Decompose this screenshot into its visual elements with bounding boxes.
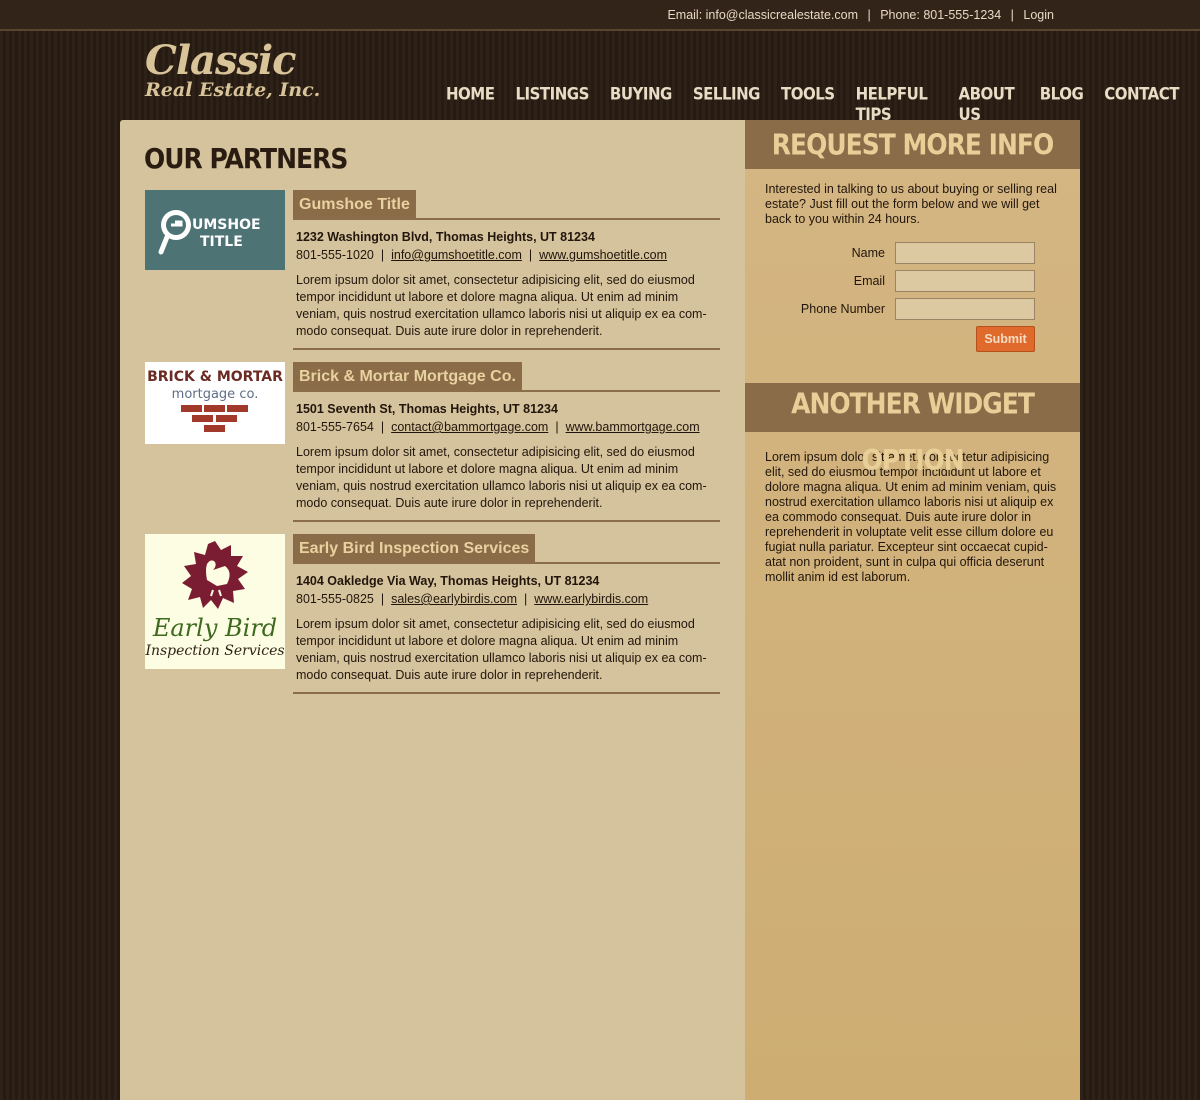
request-info-title: REQUEST MORE INFO [745,120,1080,169]
separator: | [380,248,385,262]
request-info-widget: REQUEST MORE INFO Interested in talking … [745,120,1080,383]
submit-button[interactable]: Submit [976,326,1035,352]
email-input[interactable] [895,270,1035,292]
gumshoe-logo-line2: TITLE [200,234,243,250]
top-bar: Email: info@classicrealestate.com | Phon… [0,0,1200,31]
nav-listings[interactable]: LISTINGS [515,83,589,124]
name-input[interactable] [895,242,1035,264]
partner-website-link[interactable]: www.earlybirdis.com [534,592,648,606]
form-row-phone: Phone Number [745,298,1080,320]
early-bird-logo[interactable]: Early Bird Inspection Services [144,534,285,674]
top-phone-label: Phone: [880,8,920,22]
gumshoe-logo-image: UMSHOE TITLE [145,190,285,270]
logo-subtitle: Real Estate, Inc. [145,79,321,101]
partner-website-link[interactable]: www.gumshoetitle.com [539,248,667,262]
partner-name-row: Brick & Mortar Mortgage Co. [293,362,720,392]
main-content: OUR PARTNERS UMSHOE TITLE Gumshoe Title … [120,120,745,1100]
early-bird-logo-line2: Inspection Services [145,643,285,659]
partner-contact: 801-555-1020 | info@gumshoetitle.com | www.g… [293,248,720,262]
email-label: Email [853,274,885,288]
brick-logo-line1: BRICK & MORTAR [147,369,283,385]
partner-name: Gumshoe Title [293,190,416,218]
nav-selling[interactable]: SELLING [693,83,761,124]
partner-description: Lorem ipsum dolor sit amet, consectetur … [293,272,720,350]
request-info-title-text: REQUEST MORE INFO [771,127,1054,162]
phone-input[interactable] [895,298,1035,320]
partner-details: Gumshoe Title 1232 Washington Blvd, Thom… [293,190,720,350]
partner-name: Brick & Mortar Mortgage Co. [293,362,522,390]
separator: | [524,592,528,606]
logo-title: Classic [145,37,297,84]
partner-details: Brick & Mortar Mortgage Co. 1501 Seventh… [293,362,720,522]
name-label: Name [851,246,885,260]
early-bird-logo-line1: Early Bird [152,614,277,642]
partner-name-row: Early Bird Inspection Services [293,534,720,564]
partner-contact: 801-555-7654 | contact@bammortgage.com | www… [293,420,720,434]
partner-address: 1501 Seventh St, Thomas Heights, UT 8123… [296,402,558,416]
site-logo[interactable]: Classic Real Estate, Inc. [145,37,321,101]
another-widget: ANOTHER WIDGET OPTION Lorem ipsum dolor … [745,383,1080,585]
gumshoe-title-logo[interactable]: UMSHOE TITLE [145,190,285,275]
partner-phone: 801-555-7654 [296,420,374,434]
top-email-link[interactable]: info@classicrealestate.com [706,8,858,22]
separator: | [380,592,385,606]
form-row-email: Email [745,270,1080,292]
request-info-intro: Interested in talking to us about buying… [765,182,1057,226]
brick-logo-line2: mortgage co. [172,387,259,402]
partner-details: Early Bird Inspection Services 1404 Oakl… [293,534,720,694]
partner-website-link[interactable]: www.bammortgage.com [566,420,700,434]
partner-address: 1404 Oakledge Via Way, Thomas Heights, U… [296,574,600,588]
top-phone: 801-555-1234 [923,8,1002,22]
nav-contact[interactable]: CONTACT [1104,83,1179,124]
sidebar: REQUEST MORE INFO Interested in talking … [745,120,1080,1100]
separator: | [867,8,871,22]
brick-mortar-logo-image: BRICK & MORTAR mortgage co. [145,362,285,444]
top-contact-info: Email: info@classicrealestate.com | Phon… [667,8,1054,22]
another-widget-title: ANOTHER WIDGET OPTION [745,383,1080,477]
early-bird-logo-image: Early Bird Inspection Services [144,534,285,669]
partner-name: Early Bird Inspection Services [293,534,536,562]
partner-description: Lorem ipsum dolor sit amet, consectetur … [293,616,720,694]
partner-email-link[interactable]: info@gumshoetitle.com [391,248,522,262]
partner-name-row: Gumshoe Title [293,190,720,220]
phone-label: Phone Number [800,302,885,316]
top-email-label: Email: [667,8,703,22]
another-widget-title-text: ANOTHER WIDGET OPTION [791,387,1035,477]
login-link[interactable]: Login [1023,8,1054,22]
partner-phone: 801-555-1020 [296,248,374,262]
separator: | [555,420,559,434]
nav-home[interactable]: HOME [446,83,495,124]
page-title: OUR PARTNERS [144,142,348,175]
separator: | [380,420,385,434]
partner-email-link[interactable]: sales@earlybirdis.com [391,592,517,606]
brick-mortar-logo[interactable]: BRICK & MORTAR mortgage co. [145,362,285,449]
partner-email-link[interactable]: contact@bammortgage.com [391,420,548,434]
form-row-name: Name [745,242,1080,264]
separator: | [1010,8,1014,22]
separator: | [528,248,533,262]
nav-buying[interactable]: BUYING [610,83,672,124]
partner-phone: 801-555-0825 [296,592,374,606]
partner-contact: 801-555-0825 | sales@earlybirdis.com | www.e… [293,592,720,606]
partner-description: Lorem ipsum dolor sit amet, consectetur … [293,444,720,522]
partner-address: 1232 Washington Blvd, Thomas Heights, UT… [296,230,595,244]
gumshoe-logo-line1: UMSHOE [192,217,261,233]
